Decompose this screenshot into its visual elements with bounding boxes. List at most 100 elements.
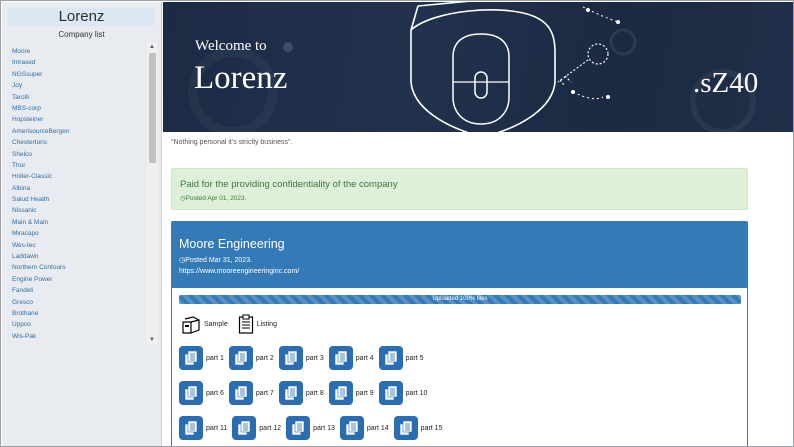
listing-link[interactable]: Listing xyxy=(257,321,277,328)
document-icon[interactable] xyxy=(286,416,311,440)
part-label[interactable]: part 9 xyxy=(356,390,374,397)
document-icon[interactable] xyxy=(378,346,403,370)
document-icon[interactable] xyxy=(328,346,353,370)
upload-progress-bar: Uploaded 100% files xyxy=(179,295,741,304)
company-list-item[interactable]: Chestertons xyxy=(12,137,147,148)
company-list-item[interactable]: Wes-tec xyxy=(12,240,147,251)
clipboard-list-icon[interactable] xyxy=(238,314,254,334)
document-icon[interactable] xyxy=(339,416,364,440)
part-file-link[interactable]: part 7 xyxy=(228,381,274,405)
hero-code: .sZ40 xyxy=(693,67,759,99)
company-title: Moore Engineering xyxy=(179,237,285,251)
company-url[interactable]: https://www.mooreengineeringinc.com/ xyxy=(179,268,299,275)
company-list-item[interactable]: Miracapo xyxy=(12,228,147,239)
hero-welcome-text: Welcome to xyxy=(195,38,267,54)
document-icon[interactable] xyxy=(378,381,403,405)
part-label[interactable]: part 6 xyxy=(206,390,224,397)
company-list-item[interactable]: Holler-Classic xyxy=(12,171,147,182)
company-list-item[interactable]: Salud Health xyxy=(12,194,147,205)
notice-posted: ◷Posted Apr 01, 2023. xyxy=(180,194,246,202)
part-file-link[interactable]: part 14 xyxy=(339,416,389,440)
company-posted-text: Posted Mar 31, 2023. xyxy=(185,257,253,264)
part-file-link[interactable]: part 1 xyxy=(179,346,224,370)
part-label[interactable]: part 1 xyxy=(206,355,224,362)
company-panel: Moore Engineering ◷Posted Mar 31, 2023. … xyxy=(171,221,748,446)
document-icon[interactable] xyxy=(179,416,203,440)
company-list-item[interactable]: Northern Contours xyxy=(12,262,147,273)
company-list-item[interactable]: Laddawn xyxy=(12,251,147,262)
brand-title: Lorenz xyxy=(8,8,155,26)
company-list-item[interactable]: MBS-corp xyxy=(12,103,147,114)
sample-link[interactable]: Sample xyxy=(204,321,228,328)
part-file-link[interactable]: part 4 xyxy=(328,346,374,370)
part-label[interactable]: part 3 xyxy=(306,355,324,362)
notice-posted-text: Posted Apr 01, 2023. xyxy=(185,195,247,202)
company-list-item[interactable]: Uppco xyxy=(12,319,147,330)
company-list-item[interactable]: Gresco xyxy=(12,297,147,308)
part-file-link[interactable]: part 8 xyxy=(278,381,324,405)
scroll-down-icon[interactable]: ▼ xyxy=(147,335,157,345)
part-file-link[interactable]: part 9 xyxy=(328,381,374,405)
file-links: Sample Listing xyxy=(181,314,287,334)
document-icon[interactable] xyxy=(278,346,303,370)
part-file-link[interactable]: part 15 xyxy=(393,416,443,440)
company-list-scrollbar[interactable]: ▲ ▼ xyxy=(147,42,157,345)
part-label[interactable]: part 8 xyxy=(306,390,324,397)
part-label[interactable]: part 5 xyxy=(406,355,424,362)
upload-progress-label: Uploaded 100% files xyxy=(432,296,488,302)
company-list-item[interactable]: Shelco xyxy=(12,149,147,160)
company-list-item[interactable]: Nissanic xyxy=(12,205,147,216)
archive-box-icon[interactable] xyxy=(181,314,201,334)
part-label[interactable]: part 4 xyxy=(356,355,374,362)
part-label[interactable]: part 11 xyxy=(206,425,227,432)
company-list-item[interactable]: Moore xyxy=(12,46,147,57)
scroll-thumb[interactable] xyxy=(149,53,156,163)
company-list-item[interactable]: Thor xyxy=(12,160,147,171)
part-label[interactable]: part 13 xyxy=(313,425,335,432)
company-panel-header: Moore Engineering ◷Posted Mar 31, 2023. … xyxy=(172,222,747,288)
document-icon[interactable] xyxy=(232,416,257,440)
part-label[interactable]: part 2 xyxy=(256,355,274,362)
hero-company-name: Lorenz xyxy=(194,60,288,96)
part-label[interactable]: part 14 xyxy=(367,425,389,432)
company-list-item[interactable]: Fandeli xyxy=(12,285,147,296)
document-icon[interactable] xyxy=(179,346,203,370)
company-list: Moore Intrased NGSsuper Joy Tarolli MBS-corp H… xyxy=(12,46,147,342)
company-list-item[interactable]: Engine Power xyxy=(12,274,147,285)
sidebar: Lorenz Company list Moore Intrased NGSsupe… xyxy=(2,2,162,446)
company-list-item[interactable]: Brothane xyxy=(12,308,147,319)
company-list-item[interactable]: Hopsteiner xyxy=(12,114,147,125)
part-file-link[interactable]: part 5 xyxy=(378,346,424,370)
company-list-item[interactable]: Tarolli xyxy=(12,92,147,103)
document-icon[interactable] xyxy=(393,416,418,440)
part-file-link[interactable]: part 12 xyxy=(232,416,281,440)
part-file-link[interactable]: part 11 xyxy=(179,416,227,440)
document-icon[interactable] xyxy=(179,381,203,405)
document-icon[interactable] xyxy=(328,381,353,405)
part-label[interactable]: part 15 xyxy=(421,425,443,432)
company-list-item[interactable]: NGSsuper xyxy=(12,69,147,80)
notice-title: Paid for the providing confidentiality o… xyxy=(180,179,398,190)
document-icon[interactable] xyxy=(278,381,303,405)
part-file-link[interactable]: part 2 xyxy=(228,346,274,370)
part-file-link[interactable]: part 3 xyxy=(278,346,324,370)
part-label[interactable]: part 10 xyxy=(406,390,428,397)
part-file-link[interactable]: part 10 xyxy=(378,381,428,405)
parts-row-1: part 1 part 2 part 3 part 4 part 5 xyxy=(179,346,429,370)
company-list-item[interactable]: Intrased xyxy=(12,57,147,68)
company-list-item[interactable]: AmerisourceBergen xyxy=(12,126,147,137)
notice-alert: Paid for the providing confidentiality o… xyxy=(171,168,748,210)
parts-row-3: part 11 part 12 part 13 part 14 part 15 xyxy=(179,416,447,440)
company-list-item[interactable]: Albina xyxy=(12,183,147,194)
part-label[interactable]: part 7 xyxy=(256,390,274,397)
part-file-link[interactable]: part 6 xyxy=(179,381,224,405)
company-list-title: Company list xyxy=(58,30,105,39)
company-list-item[interactable]: Main & Main xyxy=(12,217,147,228)
part-file-link[interactable]: part 13 xyxy=(286,416,335,440)
part-label[interactable]: part 12 xyxy=(259,425,281,432)
document-icon[interactable] xyxy=(228,346,253,370)
company-list-item[interactable]: Wis-Pak xyxy=(12,331,147,342)
company-list-item[interactable]: Joy xyxy=(12,80,147,91)
document-icon[interactable] xyxy=(228,381,253,405)
scroll-up-icon[interactable]: ▲ xyxy=(147,42,157,52)
